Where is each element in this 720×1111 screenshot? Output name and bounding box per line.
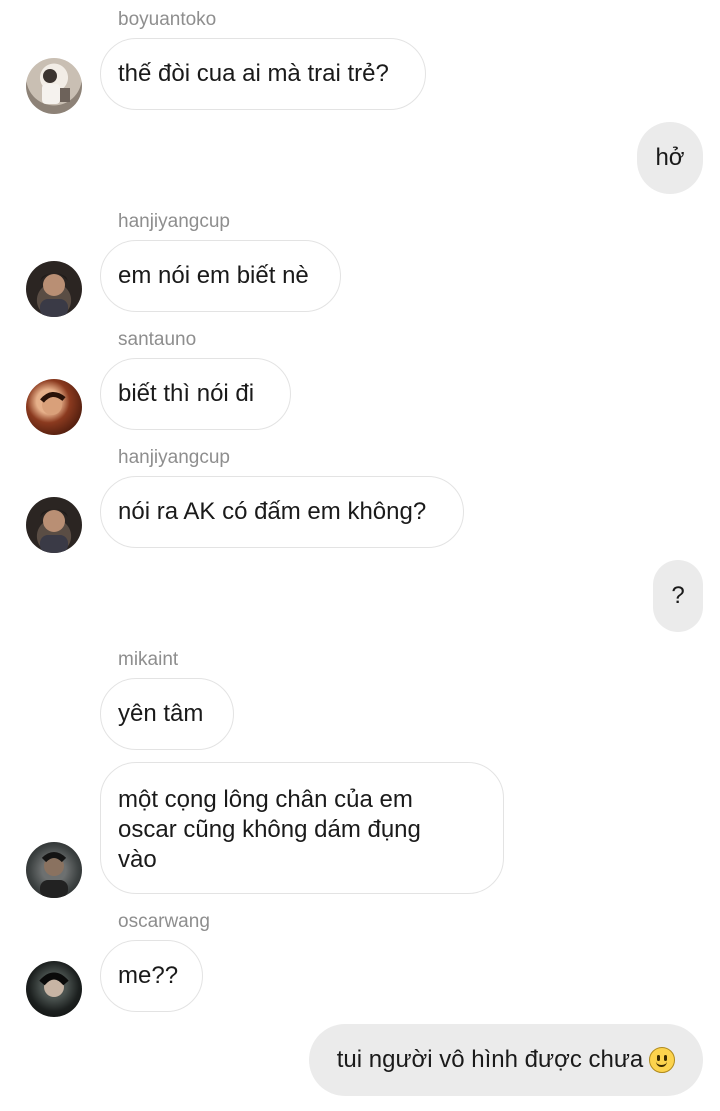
sender-name: santauno bbox=[118, 329, 197, 350]
avatar[interactable] bbox=[26, 497, 82, 553]
sender-name: hanjiyangcup bbox=[118, 211, 230, 232]
sender-name: oscarwang bbox=[118, 911, 210, 932]
message-bubble[interactable]: thế đòi cua ai mà trai trẻ? bbox=[100, 38, 426, 110]
sender-name: mikaint bbox=[118, 649, 179, 670]
sender-name: boyuantoko bbox=[118, 9, 217, 30]
message-text: ? bbox=[671, 582, 685, 609]
message-text: nói ra AK có đấm em không? bbox=[118, 498, 427, 525]
message-text: biết thì nói đi bbox=[118, 380, 255, 407]
avatar[interactable] bbox=[26, 261, 82, 317]
avatar[interactable] bbox=[26, 961, 82, 1017]
avatar[interactable] bbox=[26, 842, 82, 898]
message-text: me?? bbox=[118, 962, 179, 989]
message-bubble[interactable]: một cọng lông chân của em oscar cũng khô… bbox=[100, 762, 504, 894]
avatar[interactable] bbox=[26, 379, 82, 435]
sender-name: hanjiyangcup bbox=[118, 447, 230, 468]
message-text: yên tâm bbox=[118, 700, 204, 727]
message-text: thế đòi cua ai mà trai trẻ? bbox=[118, 60, 389, 87]
avatar[interactable] bbox=[26, 58, 82, 114]
message-bubble[interactable]: yên tâm bbox=[100, 678, 234, 750]
message-text: em nói em biết nè bbox=[118, 262, 309, 289]
message-text: tui người vô hình được chưa bbox=[336, 1046, 644, 1073]
message-bubble[interactable]: em nói em biết nè bbox=[100, 240, 341, 312]
message-bubble-outgoing[interactable]: ? bbox=[653, 560, 703, 632]
message-bubble[interactable]: biết thì nói đi bbox=[100, 358, 291, 430]
message-bubble[interactable]: nói ra AK có đấm em không? bbox=[100, 476, 464, 548]
message-bubble-outgoing[interactable]: tui người vô hình được chưa bbox=[309, 1024, 703, 1096]
message-bubble-outgoing[interactable]: hở bbox=[637, 122, 703, 194]
message-bubble[interactable]: me?? bbox=[100, 940, 203, 1012]
slightly-smiling-face-icon bbox=[649, 1047, 676, 1073]
message-text: một cọng lông chân của em oscar cũng khô… bbox=[118, 786, 421, 873]
message-text: hở bbox=[655, 144, 685, 171]
